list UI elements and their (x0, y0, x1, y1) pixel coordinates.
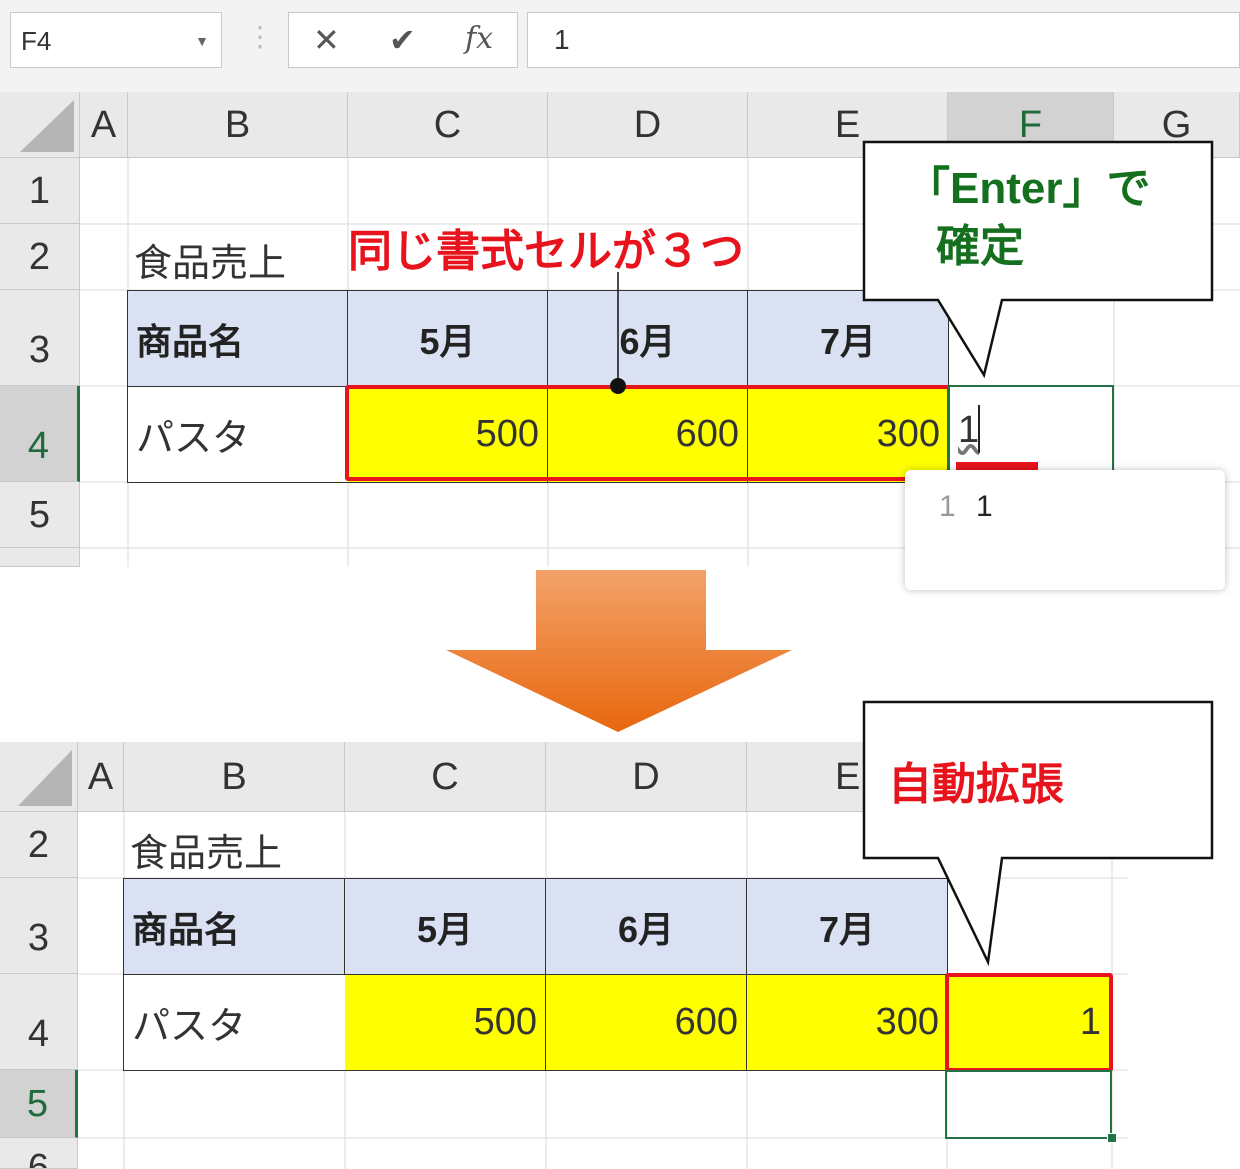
same-format-label: 同じ書式セルが３つ (348, 227, 744, 276)
row-header-2[interactable]: 2 (0, 224, 80, 290)
cell-b2-title[interactable]: 食品売上 (130, 822, 282, 877)
formula-input[interactable]: 1 (527, 12, 1240, 68)
cell-product-name[interactable]: パスタ (136, 407, 250, 462)
column-header-c[interactable]: C (348, 92, 548, 158)
cell-c4[interactable]: 500 (345, 975, 546, 1070)
enter-callout-line2: 確定 (936, 222, 1024, 271)
header-may[interactable]: 5月 (345, 879, 546, 975)
formula-buttons: ✕ ✔ fx (288, 12, 518, 68)
down-arrow-icon (446, 570, 792, 732)
row-header-3[interactable]: 3 (0, 290, 80, 386)
auto-expand-label: 自動拡張 (888, 760, 1064, 809)
select-all-corner-bottom[interactable] (0, 742, 78, 812)
enter-callout-line1: 「Enter」で (906, 164, 1151, 213)
row-header-6[interactable]: 6 (0, 1138, 78, 1169)
cell-product-name[interactable]: パスタ (132, 995, 246, 1050)
candidate-item[interactable]: 1 1 (939, 490, 993, 524)
cell-f4-expanded[interactable]: 1 (945, 973, 1113, 1072)
ime-candidate-list: 1 1 (905, 470, 1225, 590)
column-header-b[interactable]: B (124, 742, 345, 812)
more-vertical-icon[interactable]: ⋮ (246, 22, 274, 52)
row-header-5[interactable]: 5 (0, 482, 80, 548)
cell-b2-title[interactable]: 食品売上 (134, 232, 286, 287)
text-cursor (978, 405, 980, 453)
insert-function-icon[interactable]: fx (465, 21, 493, 56)
column-header-c[interactable]: C (345, 742, 546, 812)
column-header-b[interactable]: B (128, 92, 348, 158)
candidate-index: 1 (939, 490, 956, 523)
cancel-icon[interactable]: ✕ (313, 21, 340, 59)
column-header-d[interactable]: D (546, 742, 747, 812)
enter-icon[interactable]: ✔ (389, 21, 416, 59)
column-header-a[interactable]: A (80, 92, 128, 158)
header-may[interactable]: 5月 (348, 291, 548, 387)
header-june[interactable]: 6月 (546, 879, 747, 975)
header-product[interactable]: 商品名 (124, 879, 345, 975)
cell-e4[interactable]: 300 (747, 975, 947, 1070)
row-header-2[interactable]: 2 (0, 812, 78, 878)
name-box-value: F4 (21, 26, 52, 56)
candidate-value: 1 (976, 490, 993, 523)
cell-d4[interactable]: 600 (546, 975, 747, 1070)
chevron-down-icon[interactable]: ▼ (195, 13, 209, 69)
header-june[interactable]: 6月 (548, 291, 748, 387)
row-header-1[interactable]: 1 (0, 158, 80, 224)
row-header-4[interactable]: 4 (0, 974, 78, 1070)
auto-expand-callout-bubble (862, 700, 1214, 966)
cell-f4-value: 1 (1079, 1001, 1101, 1043)
select-all-triangle-icon (18, 750, 72, 806)
same-format-highlight (345, 385, 951, 481)
active-cell-f5[interactable] (945, 1070, 1112, 1139)
column-header-a[interactable]: A (78, 742, 124, 812)
row-header-5[interactable]: 5 (0, 1070, 78, 1138)
annotation-pointer-line (610, 272, 626, 394)
cell-f4-editing: 1 (958, 409, 980, 451)
row-header-4[interactable]: 4 (0, 386, 80, 482)
sales-table-bottom: 商品名 5月 6月 7月 パスタ 500 600 300 (123, 878, 948, 1071)
name-box[interactable]: F4 ▼ (10, 12, 222, 68)
header-product[interactable]: 商品名 (128, 291, 348, 387)
select-all-triangle-icon (20, 100, 74, 152)
row-header-6[interactable] (0, 548, 80, 567)
row-header-3[interactable]: 3 (0, 878, 78, 974)
column-header-d[interactable]: D (548, 92, 748, 158)
select-all-corner[interactable] (0, 92, 80, 158)
enter-callout-text: 「Enter」で 確定 (906, 160, 1150, 276)
fill-handle[interactable] (1107, 1133, 1117, 1143)
